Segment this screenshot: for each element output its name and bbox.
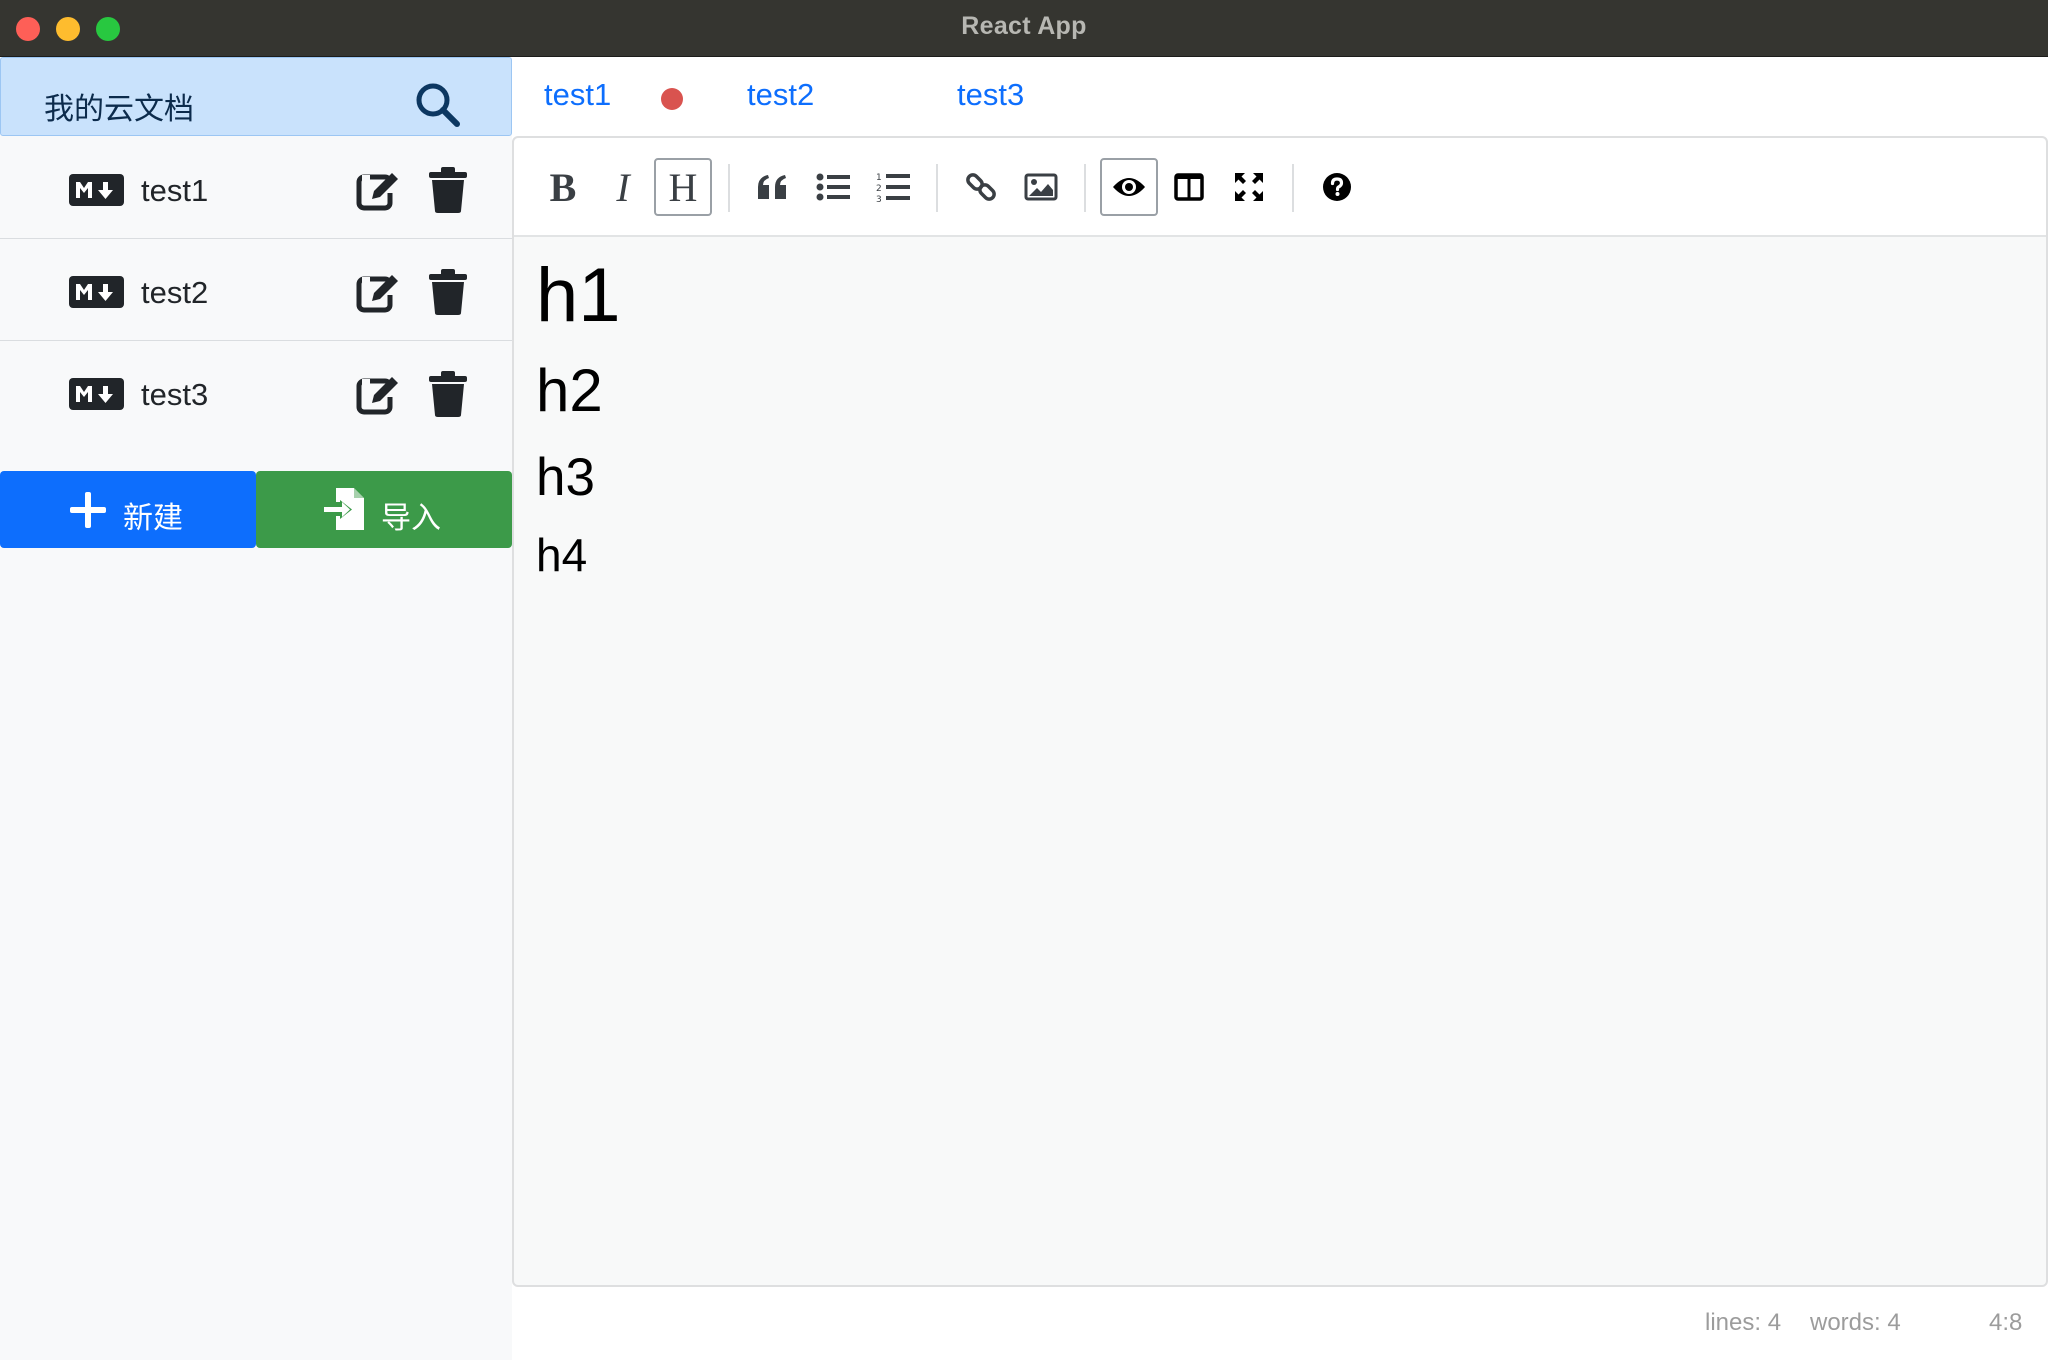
- bold-button[interactable]: B: [534, 158, 592, 216]
- sidebar-title: 我的云文档: [44, 92, 194, 127]
- file-name: test1: [141, 173, 209, 208]
- link-button[interactable]: [952, 158, 1010, 216]
- unordered-list-icon: [816, 173, 850, 201]
- svg-text:1: 1: [876, 173, 882, 183]
- heading-3: h3: [536, 448, 595, 507]
- file-item[interactable]: test3: [0, 341, 512, 443]
- ordered-list-icon: 1 2 3: [876, 173, 910, 203]
- word-count: words: 4: [1810, 1309, 1901, 1336]
- heading-button[interactable]: H: [654, 158, 712, 216]
- sidebar: 我的云文档 test1 test2 test3 新建 导入: [0, 57, 512, 1360]
- cursor-position: 4:8: [1989, 1309, 2023, 1336]
- markdown-icon: [69, 378, 124, 410]
- edit-icon[interactable]: [356, 373, 400, 417]
- import-label: 导入: [381, 501, 441, 536]
- italic-button[interactable]: I: [594, 158, 652, 216]
- eye-icon: [1113, 178, 1145, 196]
- quote-icon: [758, 175, 786, 199]
- window-titlebar: React App: [0, 0, 2048, 57]
- file-name: test3: [141, 377, 209, 412]
- trash-icon[interactable]: [428, 371, 468, 417]
- heading-1: h1: [536, 253, 621, 338]
- toolbar-separator: [1292, 164, 1294, 212]
- file-list: test1 test2 test3: [0, 137, 512, 443]
- italic-icon: I: [616, 164, 630, 210]
- toolbar-separator: [1084, 164, 1086, 212]
- edit-icon[interactable]: [356, 169, 400, 213]
- status-bar: lines: 4 words: 4 4:8: [512, 1287, 2048, 1360]
- columns-icon: [1174, 173, 1204, 201]
- unsaved-indicator: [661, 88, 683, 110]
- fullscreen-button[interactable]: [1220, 158, 1278, 216]
- file-import-icon: [324, 488, 364, 530]
- toolbar-separator: [936, 164, 938, 212]
- import-button[interactable]: 导入: [256, 471, 512, 548]
- preview-button[interactable]: [1100, 158, 1158, 216]
- tab-test3[interactable]: test3: [957, 77, 1024, 113]
- new-file-label: 新建: [123, 501, 183, 536]
- file-item[interactable]: test2: [0, 239, 512, 341]
- ordered-list-button[interactable]: 1 2 3: [864, 158, 922, 216]
- markdown-icon: [69, 174, 124, 206]
- link-icon: [966, 173, 996, 201]
- side-by-side-button[interactable]: [1160, 158, 1218, 216]
- help-icon: [1323, 173, 1351, 201]
- search-icon[interactable]: [413, 80, 461, 128]
- file-name: test2: [141, 275, 209, 310]
- window-title: React App: [961, 12, 1087, 40]
- file-item[interactable]: test1: [0, 137, 512, 239]
- editor-content[interactable]: h1 h2 h3 h4: [536, 253, 621, 581]
- new-file-button[interactable]: 新建: [0, 471, 256, 548]
- markdown-icon: [69, 276, 124, 308]
- svg-text:3: 3: [876, 195, 882, 203]
- tab-test2[interactable]: test2: [747, 77, 814, 113]
- search-bar: 我的云文档: [0, 57, 512, 136]
- image-icon: [1024, 173, 1058, 201]
- tab-test1[interactable]: test1: [544, 77, 611, 113]
- markdown-editor: B I H 1 2 3 h1 h2 h3 h4: [512, 136, 2048, 1287]
- trash-icon[interactable]: [428, 269, 468, 315]
- help-button[interactable]: [1308, 158, 1366, 216]
- quote-button[interactable]: [744, 158, 802, 216]
- editor-toolbar: B I H 1 2 3: [514, 138, 2046, 237]
- tab-bar: test1 test2 test3: [512, 57, 2048, 136]
- heading-4: h4: [536, 529, 588, 581]
- svg-text:2: 2: [876, 184, 882, 194]
- plus-icon: [70, 492, 106, 528]
- unordered-list-button[interactable]: [804, 158, 862, 216]
- image-button[interactable]: [1012, 158, 1070, 216]
- bold-icon: B: [549, 164, 577, 210]
- fullscreen-icon: [1235, 173, 1263, 201]
- heading-2: h2: [536, 357, 603, 424]
- trash-icon[interactable]: [428, 167, 468, 213]
- edit-icon[interactable]: [356, 271, 400, 315]
- heading-icon: H: [668, 164, 698, 210]
- line-count: lines: 4: [1705, 1309, 1782, 1336]
- toolbar-separator: [728, 164, 730, 212]
